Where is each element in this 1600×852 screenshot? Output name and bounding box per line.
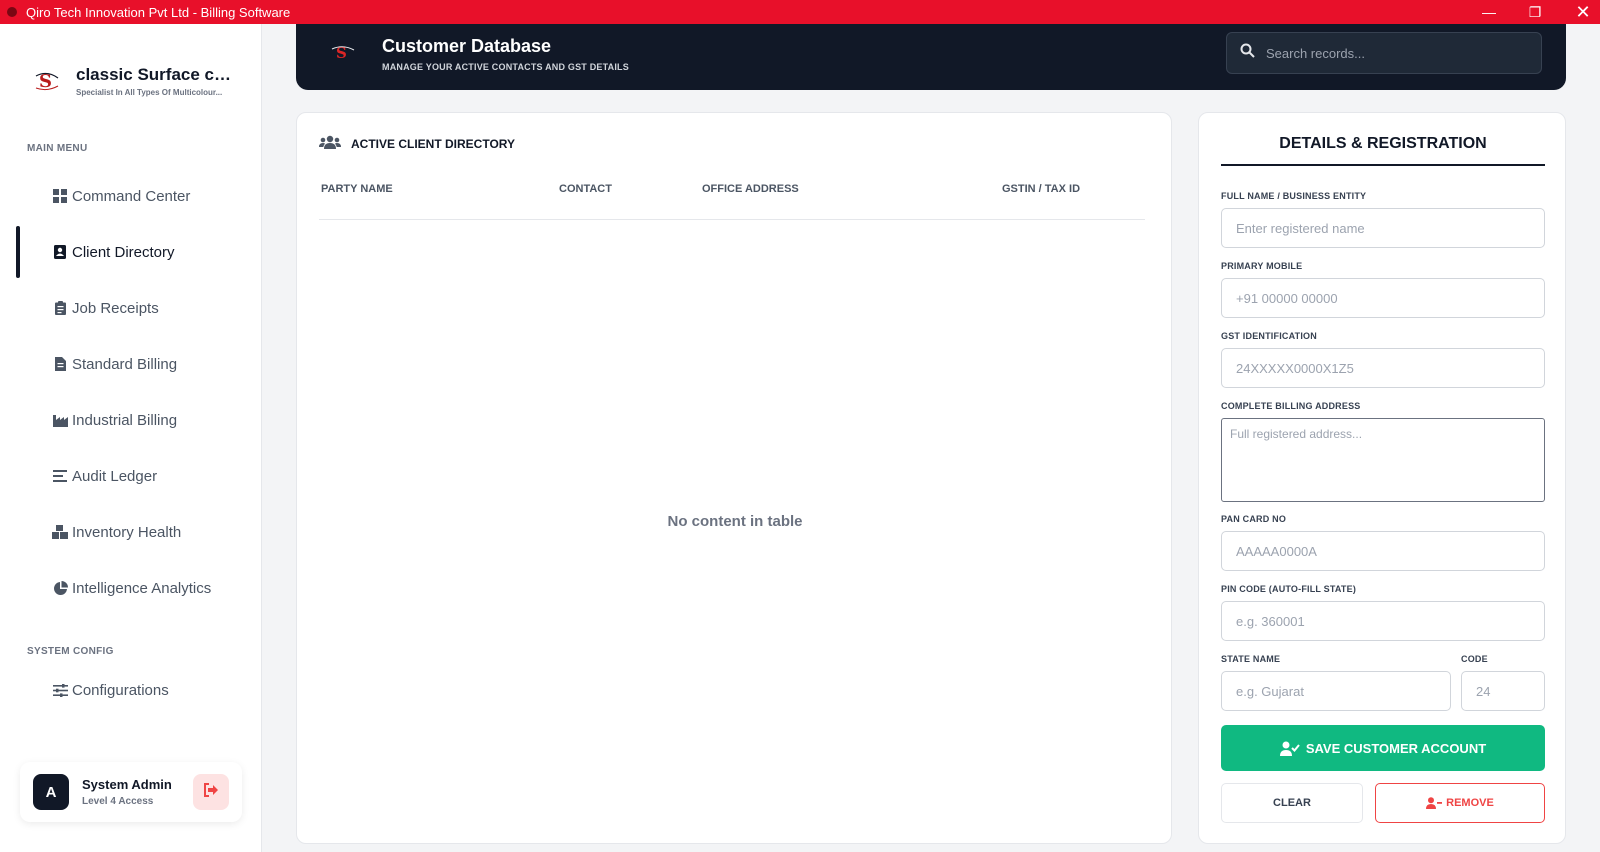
brand-tagline: Specialist In All Types Of Multicolour..… bbox=[76, 88, 223, 97]
page-subtitle: MANAGE YOUR ACTIVE CONTACTS AND GST DETA… bbox=[382, 62, 629, 72]
registration-form-panel: DETAILS & REGISTRATION FULL NAME / BUSIN… bbox=[1198, 112, 1566, 844]
name-field[interactable] bbox=[1221, 208, 1545, 248]
sidebar-item-standard-billing[interactable]: Standard Billing bbox=[0, 338, 262, 390]
page-title: Customer Database bbox=[382, 36, 552, 56]
search-input[interactable] bbox=[1266, 45, 1516, 61]
brand-logo-icon: S bbox=[30, 64, 64, 98]
page-header: S Customer Database MANAGE YOUR ACTIVE C… bbox=[296, 24, 1566, 90]
table-title: ACTIVE CLIENT DIRECTORY bbox=[319, 135, 515, 153]
close-icon[interactable]: ✕ bbox=[1560, 0, 1600, 24]
sidebar-item-label: Audit Ledger bbox=[72, 467, 158, 485]
pin-label: PIN CODE (AUTO-FILL STATE) bbox=[1221, 584, 1357, 594]
name-label: FULL NAME / BUSINESS ENTITY bbox=[1221, 191, 1367, 201]
restore-icon[interactable]: ❐ bbox=[1512, 0, 1558, 24]
boxes-icon bbox=[52, 524, 68, 540]
sidebar-item-label: Inventory Health bbox=[72, 523, 182, 541]
brand-name: classic Surface co... bbox=[76, 65, 236, 84]
user-name: System Admin bbox=[82, 777, 172, 792]
sidebar-item-label: Command Center bbox=[72, 187, 191, 205]
sidebar-item-label: Intelligence Analytics bbox=[72, 579, 212, 597]
sidebar-item-industrial-billing[interactable]: Industrial Billing bbox=[0, 394, 262, 446]
clear-button[interactable]: CLEAR bbox=[1221, 783, 1363, 823]
logout-button[interactable] bbox=[193, 774, 229, 810]
brand: S classic Surface co... Specialist In Al… bbox=[30, 64, 236, 98]
sliders-icon bbox=[52, 682, 68, 698]
invoice-icon bbox=[52, 356, 68, 372]
search-icon bbox=[1240, 43, 1255, 63]
pin-field[interactable] bbox=[1221, 601, 1545, 641]
contact-card-icon bbox=[52, 244, 68, 260]
sidebar-item-inventory-health[interactable]: Inventory Health bbox=[0, 506, 262, 558]
mobile-field[interactable] bbox=[1221, 278, 1545, 318]
column-header-gstin[interactable]: GSTIN / TAX ID bbox=[1002, 183, 1080, 195]
column-header-contact[interactable]: CONTACT bbox=[559, 183, 612, 195]
sidebar-item-label: Configurations bbox=[72, 681, 169, 699]
minimize-icon[interactable]: — bbox=[1466, 0, 1512, 24]
empty-table-message: No content in table bbox=[667, 513, 803, 530]
factory-icon bbox=[52, 412, 68, 428]
system-config-label: SYSTEM CONFIG bbox=[27, 646, 114, 657]
mobile-label: PRIMARY MOBILE bbox=[1221, 261, 1303, 271]
remove-button[interactable]: REMOVE bbox=[1375, 783, 1545, 823]
logout-icon bbox=[203, 782, 219, 802]
sidebar-item-command-center[interactable]: Command Center bbox=[0, 170, 262, 222]
sidebar-item-label: Standard Billing bbox=[72, 355, 178, 373]
state-field[interactable] bbox=[1221, 671, 1451, 711]
user-card: A System Admin Level 4 Access bbox=[20, 762, 242, 822]
sidebar-item-intelligence-analytics[interactable]: Intelligence Analytics bbox=[0, 562, 262, 614]
sidebar-item-label: Industrial Billing bbox=[72, 411, 178, 429]
state-code-field[interactable] bbox=[1461, 671, 1545, 711]
column-header-office-address[interactable]: OFFICE ADDRESS bbox=[702, 183, 799, 195]
column-header-party-name[interactable]: PARTY NAME bbox=[321, 183, 393, 195]
list-icon bbox=[52, 468, 68, 484]
sidebar-item-job-receipts[interactable]: Job Receipts bbox=[0, 282, 262, 334]
address-label: COMPLETE BILLING ADDRESS bbox=[1221, 401, 1361, 411]
sidebar: S classic Surface co... Specialist In Al… bbox=[0, 24, 262, 852]
gst-label: GST IDENTIFICATION bbox=[1221, 331, 1317, 341]
user-minus-icon bbox=[1426, 797, 1443, 809]
grid-icon bbox=[52, 188, 68, 204]
state-label: STATE NAME bbox=[1221, 654, 1281, 664]
gst-field[interactable] bbox=[1221, 348, 1545, 388]
app-icon bbox=[7, 7, 17, 17]
avatar: A bbox=[33, 774, 69, 810]
sidebar-item-client-directory[interactable]: Client Directory bbox=[0, 226, 262, 278]
save-customer-button[interactable]: SAVE CUSTOMER ACCOUNT bbox=[1221, 725, 1545, 771]
client-table-panel: ACTIVE CLIENT DIRECTORY PARTY NAME CONTA… bbox=[296, 112, 1172, 844]
user-check-icon bbox=[1279, 741, 1300, 756]
state-code-label: CODE bbox=[1461, 654, 1488, 664]
pie-chart-icon bbox=[52, 580, 68, 596]
sidebar-item-label: Client Directory bbox=[72, 243, 175, 261]
clipboard-icon bbox=[52, 300, 68, 316]
pan-label: PAN CARD NO bbox=[1221, 514, 1287, 524]
sidebar-item-configurations[interactable]: Configurations bbox=[0, 664, 262, 716]
window-title: Qiro Tech Innovation Pvt Ltd - Billing S… bbox=[26, 4, 291, 20]
main-menu-label: MAIN MENU bbox=[27, 143, 88, 154]
form-title: DETAILS & REGISTRATION bbox=[1221, 135, 1545, 166]
window-titlebar: Qiro Tech Innovation Pvt Ltd - Billing S… bbox=[0, 0, 1600, 24]
table-header-divider bbox=[319, 219, 1145, 220]
address-field[interactable] bbox=[1221, 418, 1545, 502]
search-box bbox=[1226, 32, 1542, 74]
sidebar-item-audit-ledger[interactable]: Audit Ledger bbox=[0, 450, 262, 502]
header-logo-icon: S bbox=[330, 40, 356, 66]
user-access-level: Level 4 Access bbox=[82, 796, 154, 807]
pan-field[interactable] bbox=[1221, 531, 1545, 571]
sidebar-item-label: Job Receipts bbox=[72, 299, 159, 317]
users-icon bbox=[319, 135, 341, 153]
